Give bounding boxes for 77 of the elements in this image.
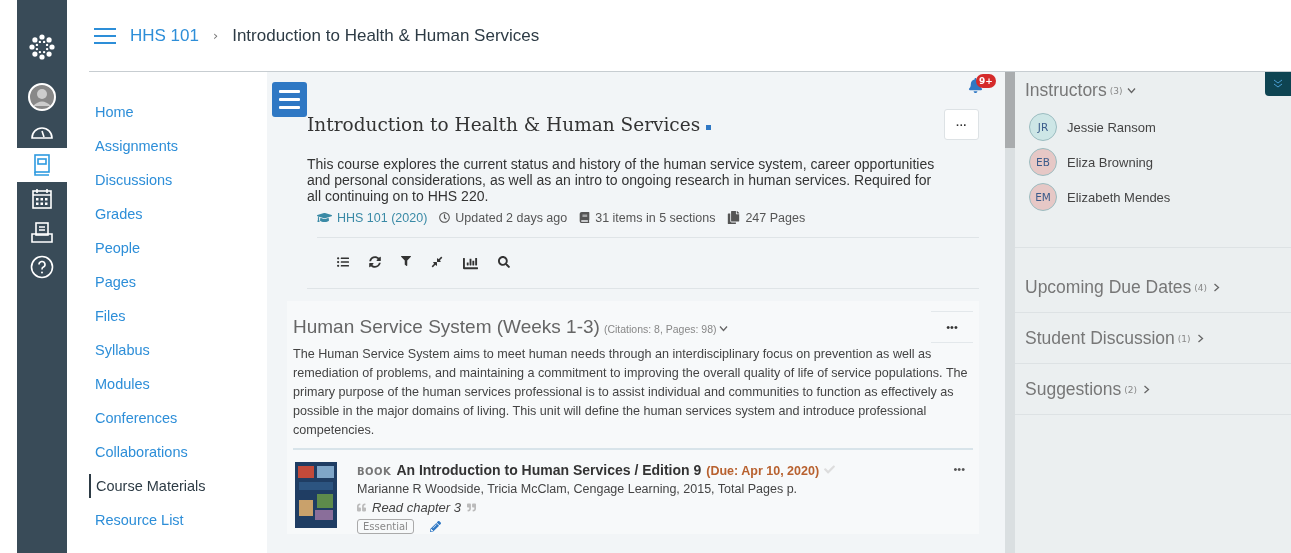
chevron-icon[interactable] bbox=[1196, 334, 1204, 343]
logo-icon[interactable] bbox=[29, 34, 55, 60]
chevron-icon[interactable] bbox=[1127, 87, 1137, 94]
item-type: BOOK bbox=[357, 466, 392, 477]
meta-text: 31 items in 5 sections bbox=[595, 210, 716, 225]
breadcrumb-separator: › bbox=[213, 28, 219, 43]
link-icon bbox=[706, 124, 714, 131]
chevron-icon[interactable] bbox=[1213, 283, 1221, 292]
more-button[interactable]: ··· bbox=[944, 109, 979, 140]
help-icon[interactable] bbox=[30, 255, 54, 279]
menu-button[interactable] bbox=[272, 82, 307, 117]
item-tag: Essential bbox=[357, 519, 414, 534]
refresh-icon[interactable] bbox=[369, 256, 381, 268]
sidebar-section-heading[interactable]: Student Discussion bbox=[1025, 328, 1175, 349]
course-nav-link[interactable]: Resource List bbox=[67, 508, 267, 532]
course-nav-link[interactable]: Home bbox=[67, 100, 267, 124]
course-nav-link[interactable]: Pages bbox=[67, 270, 267, 294]
check-icon[interactable] bbox=[824, 464, 836, 475]
course-nav-link[interactable]: Discussions bbox=[67, 168, 267, 192]
chevron-icon[interactable] bbox=[718, 325, 728, 332]
instructor-avatar: JR bbox=[1029, 113, 1057, 141]
clock-icon bbox=[439, 212, 451, 223]
search-icon[interactable] bbox=[498, 256, 510, 268]
course-nav-link[interactable]: Syllabus bbox=[67, 338, 267, 362]
double-chevron-icon bbox=[1273, 78, 1283, 89]
course-nav-link[interactable]: Grades bbox=[67, 202, 267, 226]
item-title[interactable]: An Introduction to Human Services / Edition 9 bbox=[396, 462, 702, 478]
quote-icon bbox=[357, 503, 366, 512]
notification-badge: 9+ bbox=[976, 74, 996, 88]
chevron-icon[interactable] bbox=[1143, 385, 1151, 394]
item-note: Read chapter 3 bbox=[372, 500, 461, 515]
item-authors: Marianne R Woodside, Tricia McClam, Cengage Learning, 2015, Total Pages p. bbox=[357, 482, 799, 496]
book-icon bbox=[579, 212, 591, 223]
calendar-icon[interactable] bbox=[31, 188, 53, 210]
menu-icon[interactable] bbox=[94, 27, 116, 44]
meta-text: Updated 2 days ago bbox=[455, 210, 568, 225]
course-nav-link[interactable]: Conferences bbox=[67, 406, 267, 430]
pencil-icon[interactable] bbox=[429, 521, 441, 532]
instructors-heading[interactable]: Instructors bbox=[1025, 80, 1107, 101]
book-icon[interactable] bbox=[32, 153, 52, 177]
section-title[interactable]: Human Service System (Weeks 1-3) (Citations: 8, Pages: 98) bbox=[293, 316, 727, 338]
list-icon[interactable] bbox=[337, 256, 349, 268]
breadcrumb-current: Introduction to Health & Human Services bbox=[232, 25, 540, 46]
section-more-button[interactable]: ••• bbox=[931, 311, 973, 343]
filter-icon[interactable] bbox=[401, 256, 411, 266]
course-title: Introduction to Health & Human Services bbox=[307, 114, 714, 135]
item-more-button[interactable]: ••• bbox=[947, 462, 971, 476]
course-description: This course explores the current status and history of the human service system, career opportunities and personal considerations, as well as an intro to ongoing research in human services. Required for all continuing on to HHS 220. bbox=[307, 156, 936, 204]
section-description: The Human Service System aims to meet human needs through an interdisciplinary focus on prevention as well as remediation of problems, and maintaining a commitment to improving the overall quality of life of service populations. The primary purpose of the human services professional is to assist individual and communities to function as effectively as possible in the major domains of living. This unit will define the human services system and introduce professional competencies. bbox=[293, 345, 973, 450]
course-nav-link[interactable]: Collaborations bbox=[67, 440, 267, 464]
instructor-name[interactable]: Eliza Browning bbox=[1067, 154, 1153, 170]
instructor-avatar: EM bbox=[1029, 183, 1057, 211]
sidebar-section-count: (2) bbox=[1124, 384, 1138, 395]
instructor-name[interactable]: Jessie Ransom bbox=[1067, 119, 1156, 135]
bar-chart-icon[interactable] bbox=[463, 256, 478, 271]
course-nav-link[interactable]: Modules bbox=[67, 372, 267, 396]
instructor-name[interactable]: Elizabeth Mendes bbox=[1067, 189, 1171, 205]
breadcrumb-link[interactable]: HHS 101 bbox=[130, 25, 199, 46]
sidebar-section-heading[interactable]: Upcoming Due Dates bbox=[1025, 277, 1192, 298]
sidebar-section-heading[interactable]: Suggestions bbox=[1025, 379, 1122, 400]
scrollbar[interactable] bbox=[1005, 72, 1015, 553]
due-date: (Due: Apr 10, 2020) bbox=[706, 464, 820, 478]
sidebar-section-count: (4) bbox=[1194, 282, 1208, 293]
course-nav-link[interactable]: Assignments bbox=[67, 134, 267, 158]
quote-icon bbox=[466, 503, 476, 512]
instructors-count: (3) bbox=[1109, 85, 1123, 96]
meta-text: 247 Pages bbox=[745, 210, 806, 225]
pages-icon bbox=[727, 211, 741, 224]
sidebar-section-count: (1) bbox=[1177, 333, 1191, 344]
course-nav-link[interactable]: People bbox=[67, 236, 267, 260]
course-link[interactable]: HHS 101 (2020) bbox=[337, 210, 428, 225]
inbox-icon[interactable] bbox=[30, 222, 54, 244]
avatar-icon[interactable] bbox=[28, 83, 56, 111]
collapse-icon[interactable] bbox=[431, 256, 443, 268]
graduation-cap-icon bbox=[317, 210, 332, 225]
instructor-avatar: EB bbox=[1029, 148, 1057, 176]
course-nav-link[interactable]: Files bbox=[67, 304, 267, 328]
